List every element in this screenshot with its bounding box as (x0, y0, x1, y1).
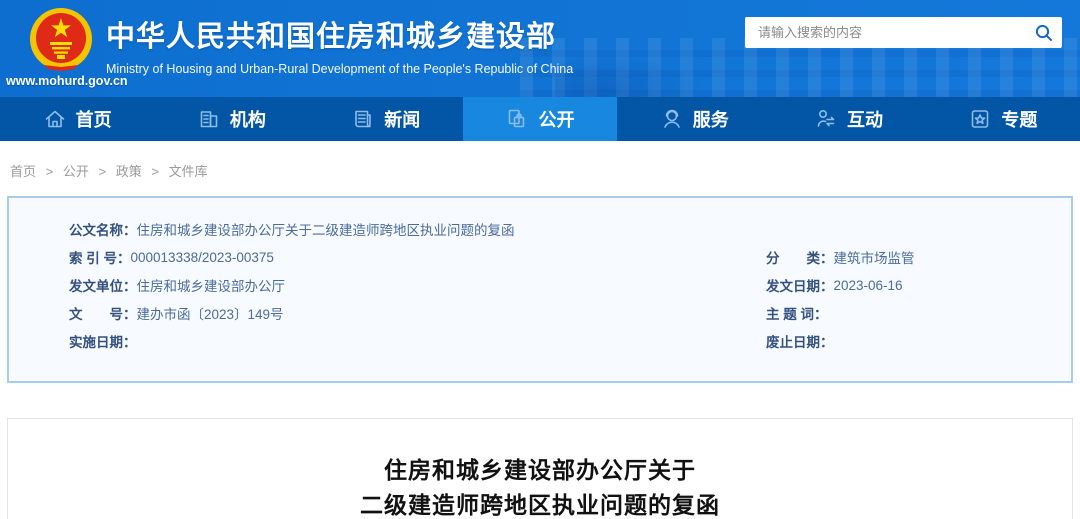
breadcrumb-home[interactable]: 首页 (10, 164, 36, 179)
search-input[interactable] (745, 17, 1026, 48)
interaction-icon (814, 107, 838, 131)
index-number-label: 索 引 号： (69, 247, 131, 267)
nav-item-topics[interactable]: 专题 (926, 97, 1080, 141)
breadcrumb-separator: > (46, 164, 54, 179)
home-icon (43, 107, 67, 131)
news-icon (351, 107, 375, 131)
doc-info-row: 索 引 号： 000013338/2023-00375 分 类： 建筑市场监管 (69, 243, 1071, 271)
doc-info-row: 文 号： 建办市函〔2023〕149号 主 题 词： (69, 299, 1071, 327)
nav-label: 首页 (76, 106, 112, 132)
breadcrumb-policy[interactable]: 政策 (116, 164, 142, 179)
national-emblem-icon (26, 5, 96, 75)
nav-item-organization[interactable]: 机构 (154, 97, 308, 141)
nav-item-interaction[interactable]: 互动 (771, 97, 925, 141)
search-box (745, 17, 1062, 48)
issue-date-label: 发文日期： (766, 275, 834, 295)
search-icon (1034, 23, 1054, 43)
nav-label: 新闻 (384, 106, 420, 132)
breadcrumb-separator: > (99, 164, 107, 179)
article-content-box: 住房和城乡建设部办公厅关于 二级建造师跨地区执业问题的复函 (7, 418, 1073, 519)
nav-label: 服务 (693, 106, 729, 132)
nav-label: 机构 (230, 106, 266, 132)
article-title: 住房和城乡建设部办公厅关于 二级建造师跨地区执业问题的复函 (8, 453, 1072, 519)
subject-words-label: 主 题 词： (766, 303, 828, 323)
nav-label: 专题 (1001, 106, 1037, 132)
category-value: 建筑市场监管 (834, 247, 915, 267)
issue-date-value: 2023-06-16 (834, 278, 903, 293)
organization-icon (197, 107, 221, 131)
nav-item-service[interactable]: 服务 (617, 97, 771, 141)
issuing-unit-label: 发文单位： (69, 275, 137, 295)
doc-name-label: 公文名称： (69, 219, 137, 239)
topics-icon (968, 107, 992, 131)
doc-info-row: 实施日期： 废止日期： (69, 327, 1071, 355)
breadcrumb-disclosure[interactable]: 公开 (63, 164, 89, 179)
category-label: 分 类： (766, 247, 834, 267)
disclosure-icon (505, 107, 529, 131)
nav-item-disclosure[interactable]: 公开 (463, 97, 617, 141)
nav-item-news[interactable]: 新闻 (309, 97, 463, 141)
nav-label: 互动 (847, 106, 883, 132)
nav-label: 公开 (538, 106, 574, 132)
repeal-date-label: 废止日期： (766, 331, 834, 351)
site-url: www.mohurd.gov.cn (6, 74, 156, 88)
article-title-line2: 二级建造师跨地区执业问题的复函 (8, 488, 1072, 519)
implementation-date-label: 实施日期： (69, 331, 137, 351)
site-header: www.mohurd.gov.cn 中华人民共和国住房和城乡建设部 Minist… (0, 0, 1080, 97)
tree-silhouette (555, 55, 705, 97)
breadcrumb-separator: > (151, 164, 159, 179)
doc-number-label: 文 号： (69, 303, 137, 323)
breadcrumb-document-library[interactable]: 文件库 (169, 164, 208, 179)
doc-number-value: 建办市函〔2023〕149号 (137, 303, 284, 323)
doc-name-value: 住房和城乡建设部办公厅关于二级建造师跨地区执业问题的复函 (137, 219, 515, 239)
ministry-title-cn: 中华人民共和国住房和城乡建设部 (106, 13, 573, 55)
search-button[interactable] (1026, 17, 1062, 48)
breadcrumb: 首页 > 公开 > 政策 > 文件库 (0, 141, 1080, 196)
national-emblem (20, 5, 102, 75)
doc-info-row: 发文单位： 住房和城乡建设部办公厅 发文日期： 2023-06-16 (69, 271, 1071, 299)
nav-item-home[interactable]: 首页 (0, 97, 154, 141)
main-nav: 首页 机构 新闻 公开 服务 (0, 97, 1080, 141)
article-title-line1: 住房和城乡建设部办公厅关于 (8, 453, 1072, 488)
service-icon (660, 107, 684, 131)
doc-name-row: 公文名称： 住房和城乡建设部办公厅关于二级建造师跨地区执业问题的复函 (69, 215, 1071, 243)
index-number-value: 000013338/2023-00375 (131, 250, 274, 265)
ministry-title-en: Ministry of Housing and Urban-Rural Deve… (106, 62, 573, 76)
document-info-box: 公文名称： 住房和城乡建设部办公厅关于二级建造师跨地区执业问题的复函 索 引 号… (7, 196, 1073, 383)
issuing-unit-value: 住房和城乡建设部办公厅 (137, 275, 286, 295)
